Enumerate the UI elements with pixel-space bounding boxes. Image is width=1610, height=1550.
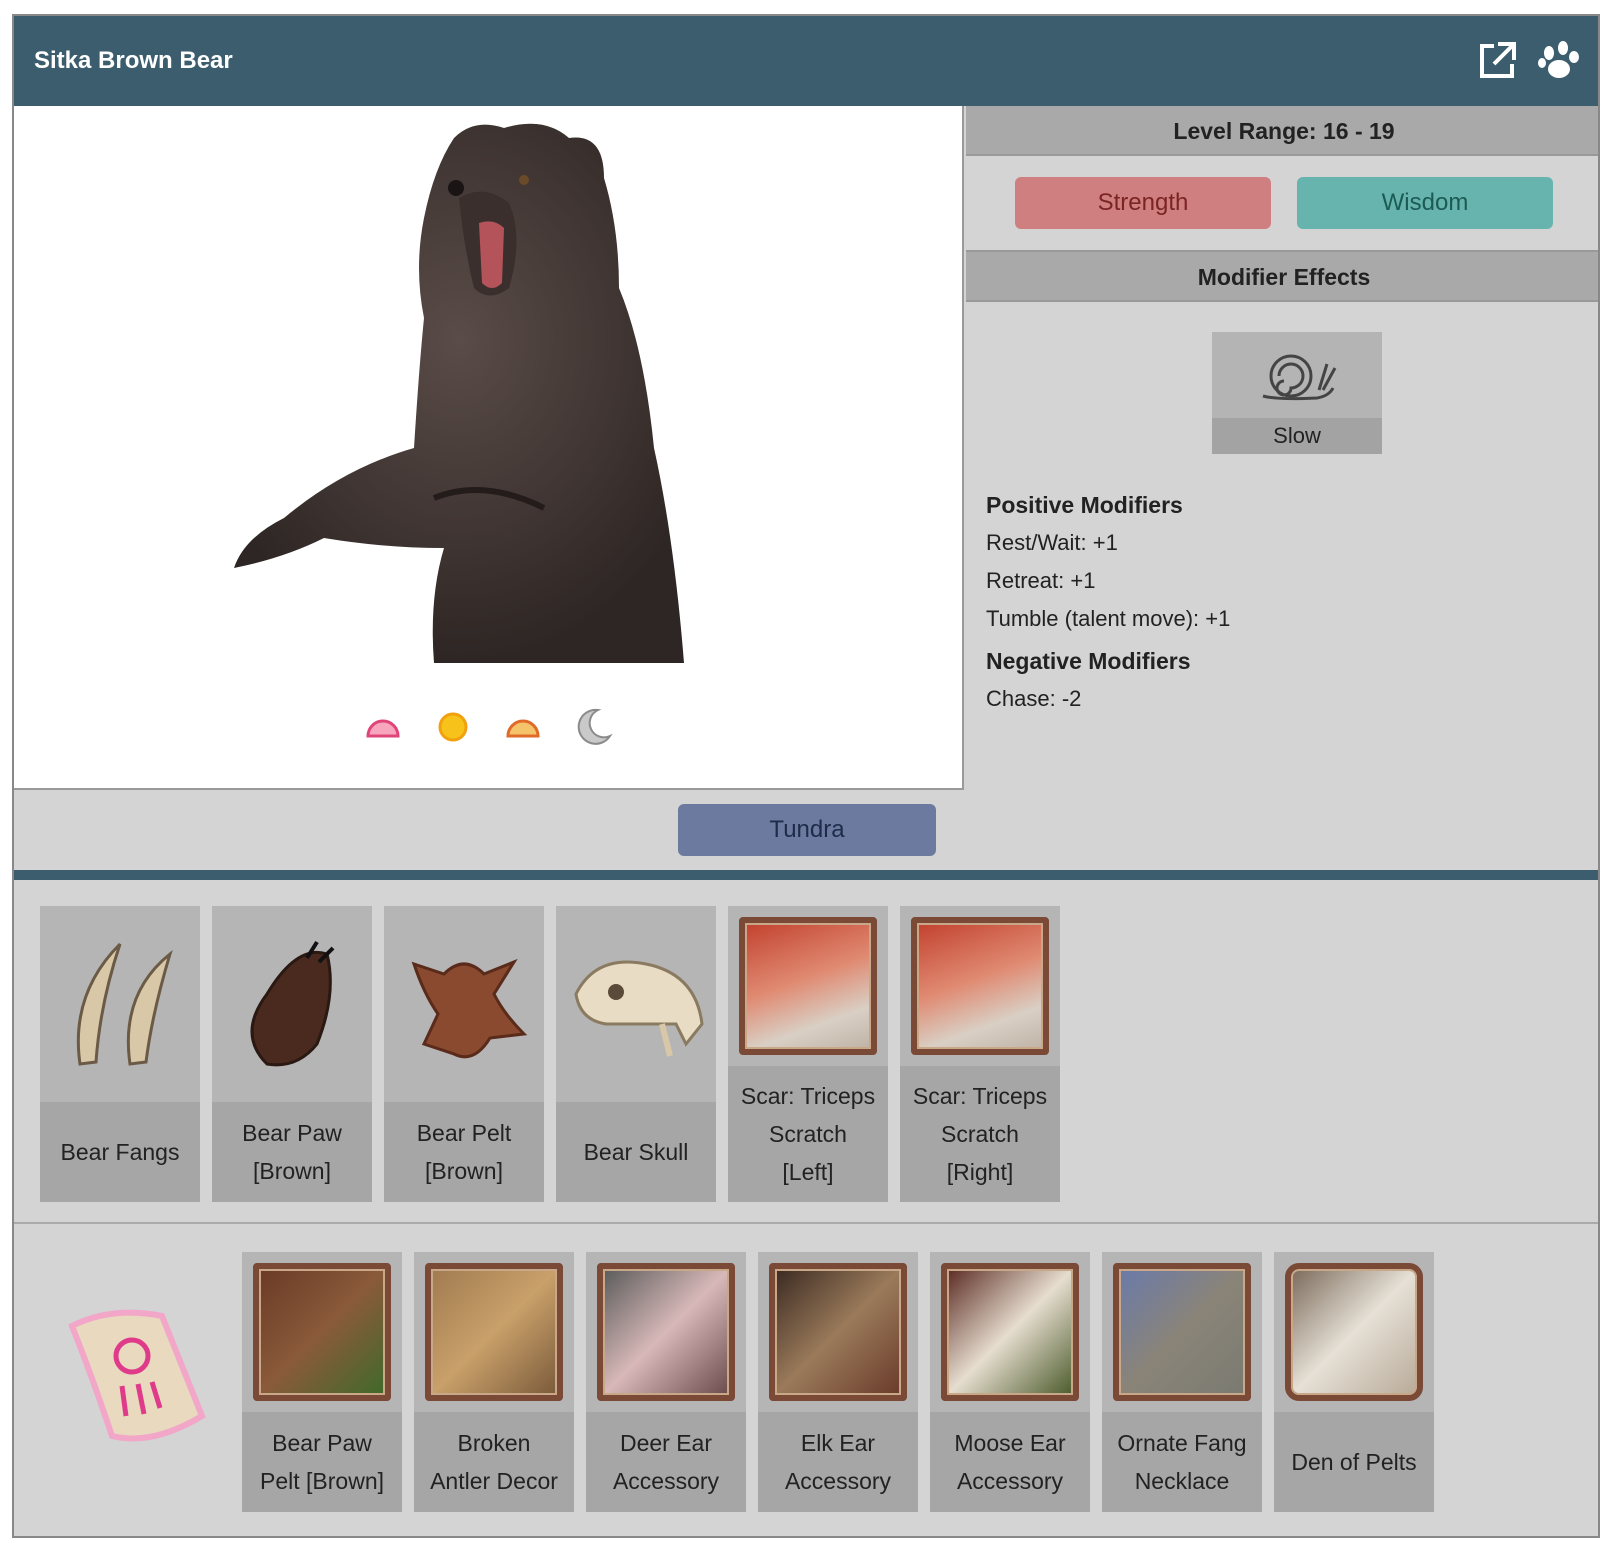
quest-item-label: Elk Ear Accessory [758, 1412, 918, 1512]
section-divider [14, 870, 1598, 880]
quest-item-label: Deer Ear Accessory [586, 1412, 746, 1512]
snail-icon [1212, 332, 1382, 418]
moose-ear-icon [930, 1252, 1090, 1412]
drop-item-label: Bear Paw [Brown] [212, 1102, 372, 1202]
positive-modifiers-heading: Positive Modifiers [986, 492, 1183, 518]
drop-item-scar-left[interactable]: Scar: Triceps Scratch [Left] [728, 906, 888, 1202]
drop-item-bear-pelt[interactable]: Bear Pelt [Brown] [384, 906, 544, 1202]
drop-item-label: Bear Pelt [Brown] [384, 1102, 544, 1202]
level-range: Level Range: 16 - 19 [966, 106, 1598, 156]
paw-icon[interactable] [1536, 38, 1582, 84]
positive-modifier: Retreat: +1 [986, 568, 1096, 593]
bear-illustration [234, 123, 684, 663]
quest-item-label: Bear Paw Pelt [Brown] [242, 1412, 402, 1512]
bear-skull-icon [556, 906, 716, 1102]
bear-paw-pelt-icon [242, 1252, 402, 1412]
creature-card: Sitka Brown Bear Level Range: 16 - 19 St… [12, 14, 1600, 1538]
positive-modifier: Tumble (talent move): +1 [986, 606, 1231, 631]
drop-item-bear-skull[interactable]: Bear Skull [556, 906, 716, 1202]
quest-item-label: Ornate Fang Necklace [1102, 1412, 1262, 1512]
bear-fangs-icon [40, 906, 200, 1102]
external-link-icon[interactable] [1474, 38, 1520, 84]
elk-ear-icon [758, 1252, 918, 1412]
negative-modifiers-heading: Negative Modifiers [986, 648, 1191, 674]
night-icon [572, 706, 614, 748]
drop-item-scar-right[interactable]: Scar: Triceps Scratch [Right] [900, 906, 1060, 1202]
stat-wisdom[interactable]: Wisdom [1297, 177, 1553, 229]
positive-modifier: Rest/Wait: +1 [986, 530, 1118, 555]
den-of-pelts-icon [1274, 1252, 1434, 1412]
fang-necklace-icon [1102, 1252, 1262, 1412]
stat-strength[interactable]: Strength [1015, 177, 1271, 229]
habitat-bar: Tundra [14, 792, 1598, 870]
drop-item-label: Bear Skull [556, 1102, 716, 1202]
drop-item-bear-paw[interactable]: Bear Paw [Brown] [212, 906, 372, 1202]
drop-item-label: Scar: Triceps Scratch [Right] [900, 1066, 1060, 1202]
stats-panel: Level Range: 16 - 19 Strength Wisdom Mod… [966, 106, 1598, 790]
modifier-slow-label: Slow [1212, 418, 1382, 454]
title-bar: Sitka Brown Bear [14, 16, 1598, 106]
habitat-tundra-button[interactable]: Tundra [678, 804, 936, 856]
modifier-effects-heading: Modifier Effects [966, 252, 1598, 302]
drop-item-bear-fangs[interactable]: Bear Fangs [40, 906, 200, 1202]
quest-item-label: Den of Pelts [1274, 1412, 1434, 1512]
quest-item-label: Moose Ear Accessory [930, 1412, 1090, 1512]
modifier-slow[interactable]: Slow [1212, 332, 1382, 454]
quest-section: Bear Paw Pelt [Brown] Broken Antler Decor … [14, 1226, 1598, 1536]
deer-ear-icon [586, 1252, 746, 1412]
creature-name: Sitka Brown Bear [34, 47, 233, 74]
day-icon [432, 706, 474, 748]
quest-item-moose-ear[interactable]: Moose Ear Accessory [930, 1252, 1090, 1512]
scar-right-icon [900, 906, 1060, 1066]
dawn-icon [362, 706, 404, 748]
negative-modifier: Chase: -2 [986, 686, 1082, 711]
scar-left-icon [728, 906, 888, 1066]
quest-item-ornate-fang-necklace[interactable]: Ornate Fang Necklace [1102, 1252, 1262, 1512]
creature-portrait-panel [14, 106, 964, 790]
drop-item-label: Bear Fangs [40, 1102, 200, 1202]
quest-item-elk-ear[interactable]: Elk Ear Accessory [758, 1252, 918, 1512]
drop-item-label: Scar: Triceps Scratch [Left] [728, 1066, 888, 1202]
quest-item-broken-antler-decor[interactable]: Broken Antler Decor [414, 1252, 574, 1512]
drops-section: Bear Fangs Bear Paw [Brown] Bear Pelt [Bro… [14, 880, 1598, 1224]
dusk-icon [502, 706, 544, 748]
quest-item-label: Broken Antler Decor [414, 1412, 574, 1512]
scroll-icon [52, 1296, 212, 1456]
quest-item-den-of-pelts[interactable]: Den of Pelts [1274, 1252, 1434, 1512]
quest-item-bear-paw-pelt[interactable]: Bear Paw Pelt [Brown] [242, 1252, 402, 1512]
quest-item-deer-ear[interactable]: Deer Ear Accessory [586, 1252, 746, 1512]
broken-antler-icon [414, 1252, 574, 1412]
bear-pelt-icon [384, 906, 544, 1102]
modifier-list: Positive Modifiers Rest/Wait: +1 Retreat… [986, 482, 1230, 718]
bear-paw-icon [212, 906, 372, 1102]
